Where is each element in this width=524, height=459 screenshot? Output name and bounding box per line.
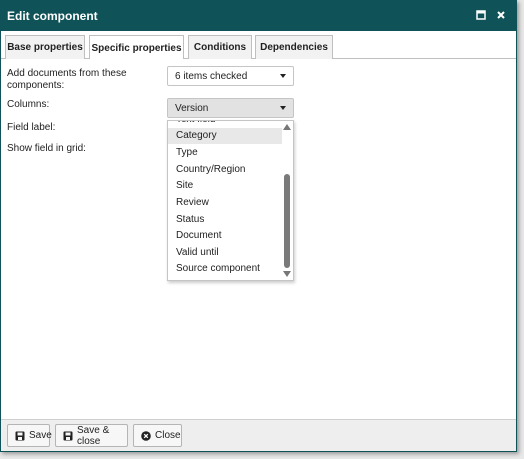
columns-select[interactable]: Version xyxy=(167,98,294,118)
close-button[interactable]: Close xyxy=(133,424,182,447)
list-item[interactable]: Status xyxy=(168,212,282,228)
list-item[interactable]: Site xyxy=(168,178,282,194)
scroll-up-icon[interactable] xyxy=(283,124,291,130)
list-item[interactable]: Type xyxy=(168,145,282,161)
list-item[interactable]: Review xyxy=(168,195,282,211)
save-close-button[interactable]: Save & close xyxy=(55,424,128,447)
list-item[interactable]: Text field xyxy=(168,121,282,128)
dialog-title: Edit component xyxy=(7,9,98,23)
dropdown-scrollbar[interactable] xyxy=(282,122,292,279)
tab-base-properties[interactable]: Base properties xyxy=(5,35,85,59)
save-icon xyxy=(63,431,73,441)
save-close-label: Save & close xyxy=(77,424,110,447)
list-item[interactable]: Source component xyxy=(168,261,282,277)
edit-component-dialog: Edit component Base properties Specific … xyxy=(0,0,517,452)
list-item[interactable]: Country/Region xyxy=(168,162,282,178)
add-documents-value: 6 items checked xyxy=(175,70,248,82)
add-documents-select[interactable]: 6 items checked xyxy=(167,66,294,86)
add-documents-label: Add documents from these components: xyxy=(7,68,127,91)
chevron-down-icon xyxy=(280,74,286,78)
tab-strip: Base properties Specific properties Cond… xyxy=(1,31,516,60)
field-label-label: Field label: xyxy=(7,122,56,133)
show-field-in-grid-label: Show field in grid: xyxy=(7,143,86,154)
scrollbar-thumb[interactable] xyxy=(284,174,290,268)
tab-dependencies[interactable]: Dependencies xyxy=(255,35,333,59)
list-item[interactable]: Document xyxy=(168,228,282,244)
columns-value: Version xyxy=(175,102,209,114)
scroll-down-icon[interactable] xyxy=(283,271,291,277)
dialog-titlebar[interactable]: Edit component xyxy=(1,1,516,31)
save-button[interactable]: Save xyxy=(7,424,52,447)
close-circle-icon xyxy=(141,430,151,441)
close-label: Close xyxy=(155,430,181,441)
tab-conditions[interactable]: Conditions xyxy=(188,35,252,59)
list-item[interactable]: Valid until xyxy=(168,245,282,261)
columns-label: Columns: xyxy=(7,99,50,110)
columns-dropdown-list[interactable]: Text field Category Type Country/Region … xyxy=(167,120,294,281)
maximize-icon[interactable] xyxy=(473,7,489,23)
tab-specific-properties[interactable]: Specific properties xyxy=(89,35,184,60)
dialog-footer: Save Save & close Close xyxy=(1,419,516,451)
list-item[interactable]: Category xyxy=(168,128,282,144)
save-icon xyxy=(15,431,25,441)
save-label: Save xyxy=(29,430,52,441)
chevron-down-icon xyxy=(280,106,286,110)
close-icon[interactable] xyxy=(493,7,509,23)
